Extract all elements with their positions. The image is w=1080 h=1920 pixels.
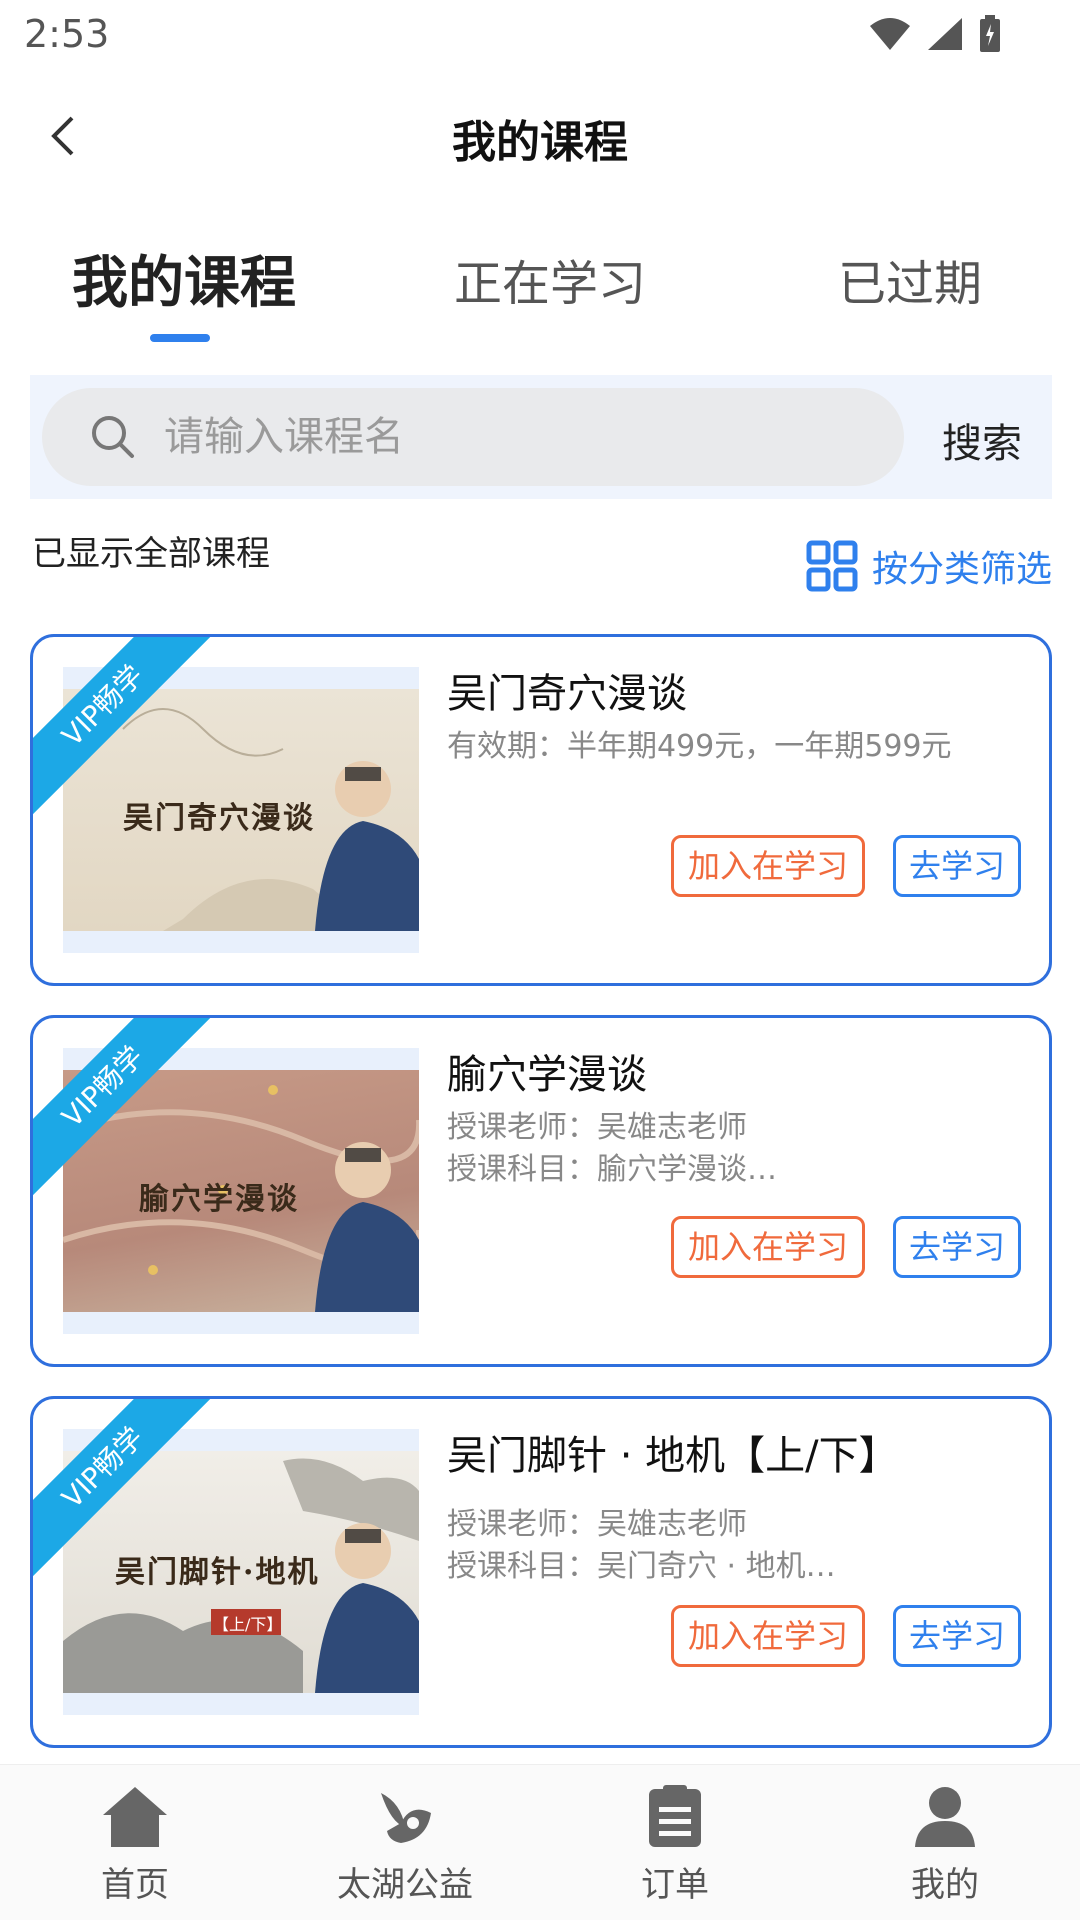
tab-expired[interactable]: 已过期	[838, 244, 982, 314]
tab-bar: 我的课程 正在学习 已过期	[0, 230, 1080, 350]
search-bar: 搜索	[30, 375, 1052, 499]
battery-icon	[980, 15, 1000, 52]
go-learn-button[interactable]: 去学习	[893, 835, 1021, 897]
course-subject: 授课科目：吴门奇穴 · 地机…	[447, 1549, 836, 1584]
nav-label-mine: 我的	[911, 1865, 979, 1905]
join-learning-button[interactable]: 加入在学习	[671, 1216, 865, 1278]
filter-label: 按分类筛选	[871, 549, 1052, 590]
course-title: 腧穴学漫谈	[447, 1052, 647, 1098]
course-title: 吴门奇穴漫谈	[447, 671, 687, 717]
course-subtitle: 有效期：半年期499元，一年期599元	[447, 729, 952, 764]
tab-learning[interactable]: 正在学习	[454, 244, 646, 314]
search-button[interactable]: 搜索	[942, 411, 1022, 469]
course-subject: 授课科目：腧穴学漫谈…	[447, 1152, 777, 1187]
nav-item-charity[interactable]: 太湖公益	[270, 1765, 540, 1920]
home-icon	[103, 1787, 167, 1847]
join-learning-button[interactable]: 加入在学习	[671, 835, 865, 897]
nav-bar: 我的课程	[0, 80, 1080, 190]
page-title: 我的课程	[452, 117, 628, 168]
go-learn-button[interactable]: 去学习	[893, 1216, 1021, 1278]
course-teacher: 授课老师：吴雄志老师	[447, 1507, 747, 1542]
status-time: 2:53	[24, 12, 110, 56]
course-card[interactable]: 腧穴学漫谈 VIP畅学 腧穴学漫谈 授课老师：吴雄志老师 授课科目：腧穴学漫谈……	[30, 1015, 1052, 1367]
nav-label-charity: 太湖公益	[337, 1865, 473, 1905]
search-input[interactable]	[164, 388, 864, 486]
status-bar: 2:53	[0, 0, 1080, 80]
join-learning-button[interactable]: 加入在学习	[671, 1605, 865, 1667]
search-icon	[92, 416, 134, 458]
course-title: 吴门脚针 · 地机【上/下】	[447, 1433, 899, 1479]
user-icon	[915, 1787, 975, 1847]
bottom-nav: 首页 太湖公益 订单 我的	[0, 1764, 1080, 1920]
nav-item-orders[interactable]: 订单	[540, 1765, 810, 1920]
thumbnail-title: 腧穴学漫谈	[139, 1182, 299, 1217]
signal-icon	[928, 18, 962, 50]
grid-icon	[806, 540, 858, 592]
charity-icon	[381, 1793, 431, 1843]
nav-label-orders: 订单	[641, 1865, 709, 1905]
course-teacher: 授课老师：吴雄志老师	[447, 1110, 747, 1145]
tab-underline	[150, 334, 210, 342]
shown-all-text: 已显示全部课程	[32, 534, 270, 574]
go-learn-button[interactable]: 去学习	[893, 1605, 1021, 1667]
filter-button[interactable]: 按分类筛选	[806, 540, 1052, 592]
nav-item-home[interactable]: 首页	[0, 1765, 270, 1920]
course-card[interactable]: 吴门脚针·地机 【上/下】 VIP畅学 吴门脚针 · 地机【上/下】 授课老师：…	[30, 1396, 1052, 1748]
wifi-icon	[870, 18, 910, 50]
search-box	[42, 388, 904, 486]
status-icons	[868, 14, 1002, 54]
nav-item-mine[interactable]: 我的	[810, 1765, 1080, 1920]
nav-label-home: 首页	[101, 1865, 169, 1905]
thumbnail-tag: 【上/下】	[213, 1615, 283, 1634]
order-icon	[649, 1785, 701, 1847]
tab-my-courses[interactable]: 我的课程	[72, 238, 296, 319]
thumbnail-title: 吴门脚针·地机	[115, 1555, 320, 1590]
thumbnail-title: 吴门奇穴漫谈	[123, 801, 315, 836]
course-card[interactable]: 吴门奇穴漫谈 VIP畅学 吴门奇穴漫谈 有效期：半年期499元，一年期599元 …	[30, 634, 1052, 986]
